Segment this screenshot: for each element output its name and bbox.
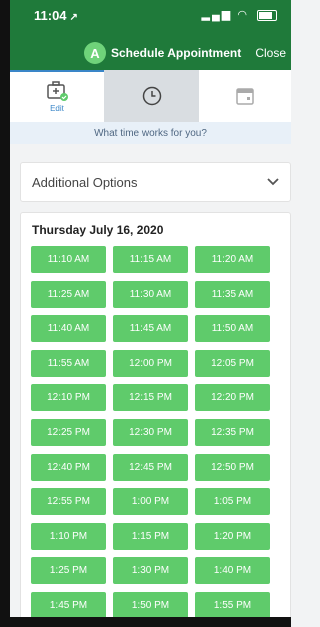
device-frame-bottom (0, 617, 291, 627)
time-slot-button[interactable]: 12:35 PM (195, 419, 270, 446)
time-slot-button[interactable]: 1:55 PM (195, 592, 270, 619)
time-slot-button[interactable]: 1:00 PM (113, 488, 188, 516)
time-slot-button[interactable]: 12:40 PM (31, 453, 106, 481)
time-slots-card: Thursday July 16, 2020 11:10 AM 11:15 AM 1… (20, 212, 291, 627)
wifi-icon: ◠ (237, 9, 249, 21)
tab-edit[interactable]: Edit (10, 70, 104, 122)
time-slot-button[interactable]: 12:20 PM (195, 384, 270, 412)
time-slot-button[interactable]: 1:45 PM (31, 592, 106, 619)
location-arrow-icon: ↗ (69, 12, 78, 23)
time-slot-button[interactable]: 11:55 AM (31, 349, 106, 377)
tab-time[interactable] (104, 70, 199, 122)
briefcase-check-icon (47, 80, 68, 101)
time-slot-button[interactable]: 11:15 AM (113, 246, 188, 273)
app-avatar-badge: A (84, 42, 106, 64)
close-button[interactable]: Close (255, 46, 286, 60)
time-slot-button[interactable]: 12:00 PM (113, 349, 188, 377)
time-slot-button[interactable]: 1:40 PM (195, 557, 270, 585)
schedule-date: Thursday July 16, 2020 (32, 223, 164, 237)
status-bar: 11:04 ↗ ▂▄▆ ◠ (10, 0, 291, 32)
time-slot-button[interactable]: 11:40 AM (31, 315, 106, 343)
time-slot-button[interactable]: 1:15 PM (113, 522, 188, 550)
tab-edit-label: Edit (50, 103, 64, 113)
page-title: Schedule Appointment (111, 46, 242, 60)
additional-options-toggle[interactable]: Additional Options (20, 162, 291, 202)
time-slot-button[interactable]: 1:25 PM (31, 557, 106, 585)
calendar-icon (236, 88, 254, 105)
time-slot-button[interactable]: 12:25 PM (31, 419, 106, 446)
time-slot-button[interactable]: 1:20 PM (195, 522, 270, 550)
time-slot-button[interactable]: 11:35 AM (195, 280, 270, 308)
additional-options-label: Additional Options (32, 174, 138, 190)
time-slot-button[interactable]: 1:10 PM (31, 522, 106, 550)
status-time: 11:04 ↗ (34, 8, 78, 23)
status-time-text: 11:04 (34, 8, 67, 23)
time-slot-button[interactable]: 1:30 PM (113, 557, 188, 585)
time-slot-button[interactable]: 12:50 PM (195, 453, 270, 481)
time-slot-button[interactable]: 11:20 AM (195, 246, 270, 273)
signal-icon: ▂▄▆ (201, 9, 233, 21)
status-icons: ▂▄▆ ◠ (202, 8, 277, 21)
time-slot-button[interactable]: 11:10 AM (31, 246, 106, 273)
time-slot-button[interactable]: 12:45 PM (113, 453, 188, 481)
time-slot-button[interactable]: 11:25 AM (31, 280, 106, 308)
tab-date[interactable] (199, 70, 291, 122)
time-slot-button[interactable]: 12:05 PM (195, 349, 270, 377)
time-slot-button[interactable]: 12:55 PM (31, 488, 106, 516)
header: 11:04 ↗ ▂▄▆ ◠ A Schedule Appointment Clos… (10, 0, 291, 70)
time-slot-button[interactable]: 1:05 PM (195, 488, 270, 516)
time-slot-button[interactable]: 11:30 AM (113, 280, 188, 308)
device-frame-left (0, 0, 10, 627)
title-bar: A Schedule Appointment Close (10, 42, 291, 66)
time-slot-button[interactable]: 12:30 PM (113, 419, 188, 446)
time-prompt: What time works for you? (10, 122, 291, 144)
step-tabs: Edit (10, 70, 291, 123)
time-slot-button[interactable]: 1:50 PM (113, 592, 188, 619)
time-slot-button[interactable]: 11:50 AM (195, 315, 270, 343)
chevron-down-icon (267, 178, 279, 186)
time-slot-button[interactable]: 12:15 PM (113, 384, 188, 412)
time-slot-button[interactable]: 11:45 AM (113, 315, 188, 343)
battery-icon (257, 9, 277, 21)
time-slot-button[interactable]: 12:10 PM (31, 384, 106, 412)
clock-icon (142, 86, 161, 106)
